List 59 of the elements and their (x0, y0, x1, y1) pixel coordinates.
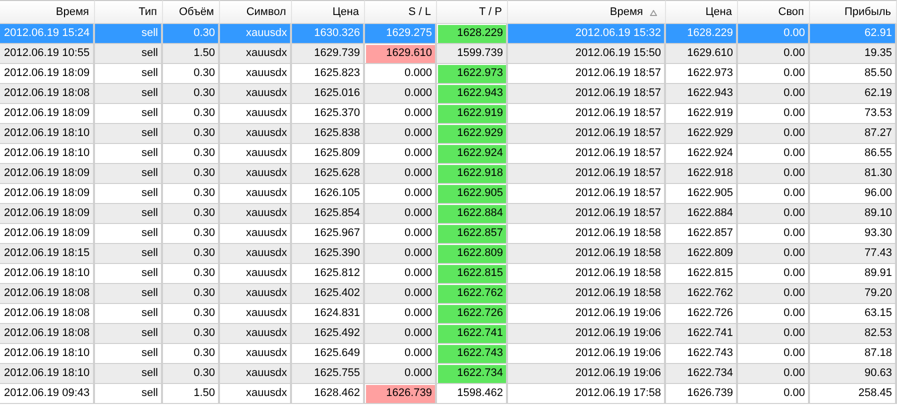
table-cell: 1622.905 (437, 184, 508, 204)
table-cell: 1622.741 (437, 324, 508, 344)
table-row[interactable]: 2012.06.19 18:09 sell 0.30 xauusdx 1625.823 0.000 1622.973 2012.06.19 18:57 1622.973 0.00 85.50 (0, 64, 897, 84)
table-row[interactable]: 2012.06.19 18:09 sell 0.30 xauusdx 1625.370 0.000 1622.919 2012.06.19 18:57 1622.919 0.00 73.53 (0, 104, 897, 124)
table-cell: 1622.924 (437, 144, 508, 164)
table-row[interactable]: 2012.06.19 18:08 sell 0.30 xauusdx 1624.831 0.000 1622.726 2012.06.19 19:06 1622.726 0.00 63.15 (0, 304, 897, 324)
column-header[interactable]: Время (508, 0, 666, 24)
table-row[interactable]: 2012.06.19 18:09 sell 0.30 xauusdx 1626.105 0.000 1622.905 2012.06.19 18:57 1622.905 0.00 96.00 (0, 184, 897, 204)
table-cell: xauusdx (220, 384, 292, 404)
table-cell: 1622.809 (437, 244, 508, 264)
table-cell: 1626.739 (666, 384, 738, 404)
table-row[interactable]: 2012.06.19 18:10 sell 0.30 xauusdx 1625.838 0.000 1622.929 2012.06.19 18:57 1622.929 0.00 87.27 (0, 124, 897, 144)
table-row[interactable]: 2012.06.19 15:24 sell 0.30 xauusdx 1630.326 1629.275 1628.229 2012.06.19 15:32 1628.229 0.00 62.91 (0, 24, 897, 44)
column-header[interactable]: Тип (95, 0, 163, 24)
table-row[interactable]: 2012.06.19 18:10 sell 0.30 xauusdx 1625.649 0.000 1622.743 2012.06.19 19:06 1622.743 0.00 87.18 (0, 344, 897, 364)
table-cell: 1622.726 (437, 304, 508, 324)
table-row[interactable]: 2012.06.19 09:43 sell 1.50 xauusdx 1628.462 1626.739 1598.462 2012.06.19 17:58 1626.739 0.00 258.45 (0, 384, 897, 404)
table-cell: 1622.884 (437, 204, 508, 224)
table-cell: 1622.929 (437, 124, 508, 144)
table-row[interactable]: 2012.06.19 18:08 sell 0.30 xauusdx 1625.492 0.000 1622.741 2012.06.19 19:06 1622.741 0.00 82.53 (0, 324, 897, 344)
table-row[interactable]: 2012.06.19 18:09 sell 0.30 xauusdx 1625.854 0.000 1622.884 2012.06.19 18:57 1622.884 0.00 89.10 (0, 204, 897, 224)
column-header[interactable]: Своп (738, 0, 810, 24)
column-header[interactable]: Объём (163, 0, 220, 24)
column-header[interactable]: T / P (437, 0, 508, 24)
column-header[interactable]: Символ (220, 0, 292, 24)
table-cell: sell (95, 384, 163, 404)
table-cell: 258.45 (810, 384, 897, 404)
table-row[interactable]: 2012.06.19 18:10 sell 0.30 xauusdx 1625.809 0.000 1622.924 2012.06.19 18:57 1622.924 0.00 86.55 (0, 144, 897, 164)
column-header[interactable]: Прибыль (810, 0, 897, 24)
column-header[interactable]: Время (0, 0, 95, 24)
table-row[interactable]: 2012.06.19 18:09 sell 0.30 xauusdx 1625.967 0.000 1622.857 2012.06.19 18:58 1622.857 0.00 93.30 (0, 224, 897, 244)
table-cell: 1622.743 (437, 344, 508, 364)
table-cell: 1622.919 (437, 104, 508, 124)
table-cell: 1622.815 (437, 264, 508, 284)
table-row[interactable]: 2012.06.19 18:10 sell 0.30 xauusdx 1625.812 0.000 1622.815 2012.06.19 18:58 1622.815 0.00 89.91 (0, 264, 897, 284)
table-cell: 1629.610 (365, 44, 437, 64)
table-cell: 1622.762 (437, 284, 508, 304)
table-cell: 2012.06.19 09:43 (0, 384, 95, 404)
table-cell: 1622.918 (437, 164, 508, 184)
table-row[interactable]: 2012.06.19 18:08 sell 0.30 xauusdx 1625.016 0.000 1622.943 2012.06.19 18:57 1622.943 0.00 62.19 (0, 84, 897, 104)
table-cell: 1.50 (163, 384, 220, 404)
table-row[interactable]: 2012.06.19 18:08 sell 0.30 xauusdx 1625.402 0.000 1622.762 2012.06.19 18:58 1622.762 0.00 79.20 (0, 284, 897, 304)
column-header[interactable]: S / L (365, 0, 437, 24)
table-cell: 1622.734 (437, 364, 508, 384)
table-row[interactable]: 2012.06.19 18:15 sell 0.30 xauusdx 1625.390 0.000 1622.809 2012.06.19 18:58 1622.809 0.00 77.43 (0, 244, 897, 264)
table-row[interactable]: 2012.06.19 18:10 sell 0.30 xauusdx 1625.755 0.000 1622.734 2012.06.19 19:06 1622.734 0.00 90.63 (0, 364, 897, 384)
table-cell: 1622.943 (437, 84, 508, 104)
table-cell: 1622.857 (437, 224, 508, 244)
table-cell: 2012.06.19 17:58 (508, 384, 666, 404)
table-cell: 1598.462 (437, 384, 508, 404)
table-cell: 1622.973 (437, 64, 508, 84)
sort-arrow-icon (650, 10, 657, 16)
table-row[interactable]: 2012.06.19 18:09 sell 0.30 xauusdx 1625.628 0.000 1622.918 2012.06.19 18:57 1622.918 0.00 81.30 (0, 164, 897, 184)
table-cell: 1628.229 (437, 24, 508, 44)
table-row[interactable]: 2012.06.19 10:55 sell 1.50 xauusdx 1629.739 1629.610 1599.739 2012.06.19 15:50 1629.610 0.00 19.35 (0, 44, 897, 64)
table-cell: 0.00 (738, 384, 810, 404)
column-header[interactable]: Цена (666, 0, 738, 24)
column-header[interactable]: Цена (292, 0, 365, 24)
table-cell: 1626.739 (365, 384, 437, 404)
